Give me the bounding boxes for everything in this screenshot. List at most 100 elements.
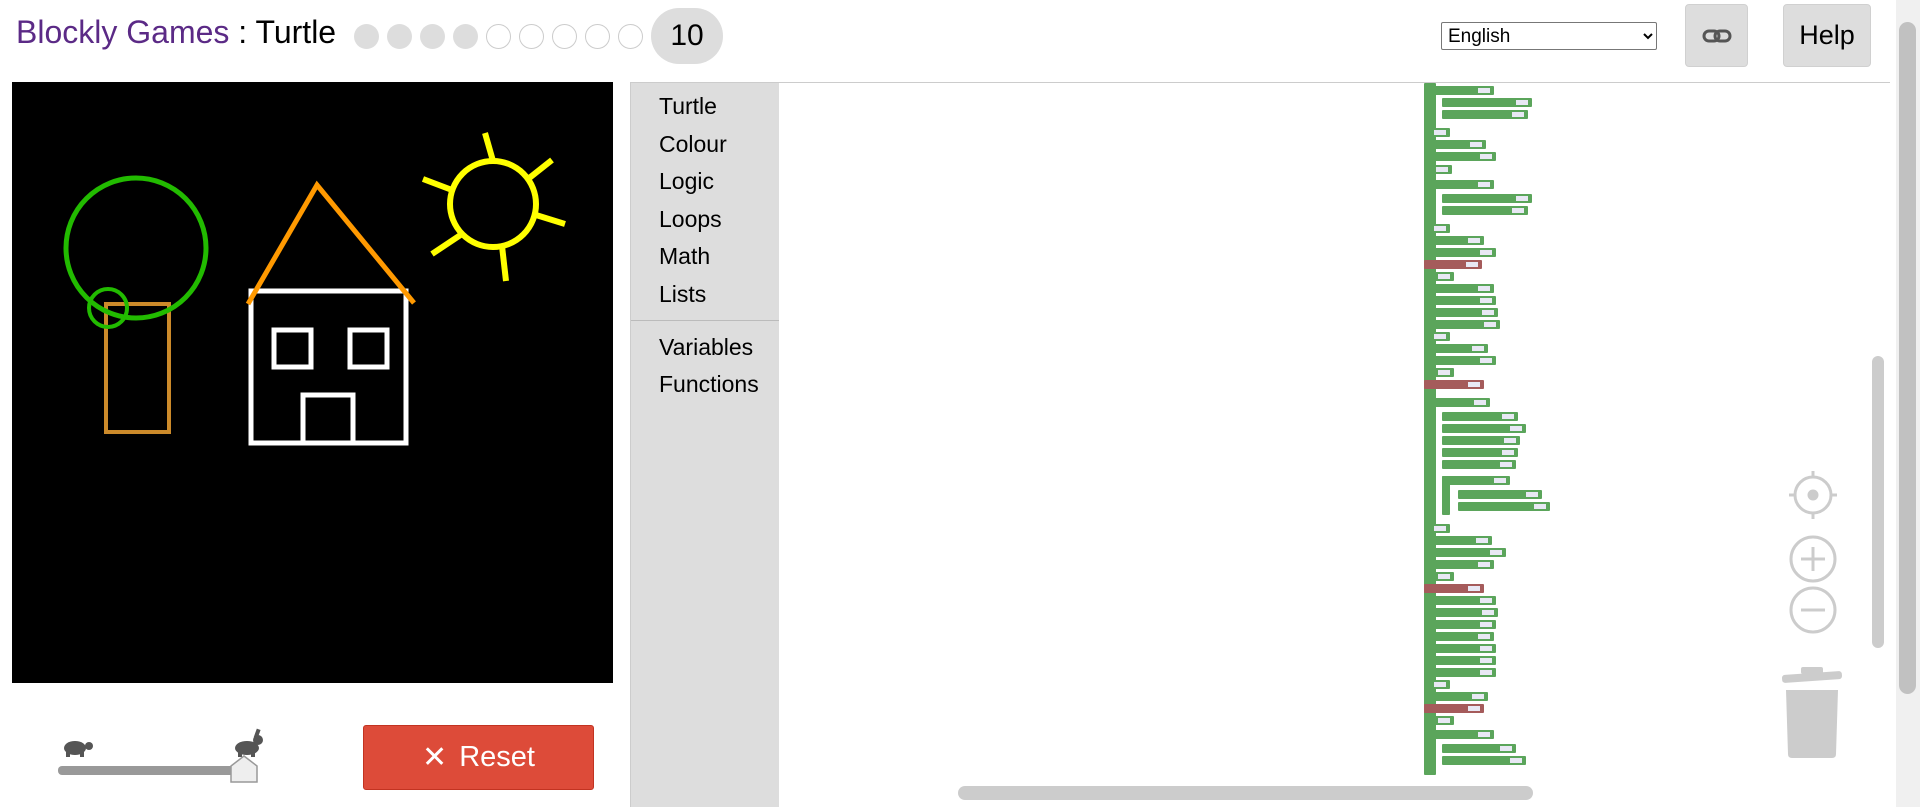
help-button[interactable]: Help (1783, 4, 1871, 67)
block-value-slot[interactable] (1476, 538, 1488, 543)
block-value-slot[interactable] (1438, 574, 1450, 579)
block-value-slot[interactable] (1480, 622, 1492, 627)
block-loop-arm[interactable] (1424, 180, 1432, 221)
block-value-slot[interactable] (1478, 562, 1490, 567)
rabbit-icon (235, 728, 263, 757)
workspace-controls (1781, 471, 1843, 758)
block-value-slot[interactable] (1438, 718, 1450, 723)
trash-icon[interactable] (1781, 667, 1843, 758)
workspace-vertical-scrollbar[interactable] (1872, 356, 1884, 648)
level-4-dot[interactable] (453, 23, 478, 49)
block-loop-arm[interactable] (1424, 398, 1432, 511)
block-value-slot[interactable] (1478, 182, 1490, 187)
block-value-slot[interactable] (1468, 382, 1480, 387)
title-separator: : (229, 14, 256, 50)
block-value-slot[interactable] (1512, 208, 1524, 213)
level-5-dot[interactable] (486, 23, 511, 49)
zoom-out-icon[interactable] (1789, 586, 1837, 634)
block-value-slot[interactable] (1468, 238, 1480, 243)
link-button[interactable] (1685, 4, 1748, 67)
block-value-slot[interactable] (1482, 310, 1494, 315)
recenter-icon[interactable] (1789, 471, 1837, 519)
block-value-slot[interactable] (1502, 450, 1514, 455)
block-value-slot[interactable] (1434, 682, 1446, 687)
block-value-slot[interactable] (1480, 670, 1492, 675)
block-value-slot[interactable] (1500, 746, 1512, 751)
turtle-icon (64, 741, 93, 757)
speed-slider-knob[interactable] (230, 755, 258, 783)
block-value-slot[interactable] (1502, 414, 1514, 419)
block-value-slot[interactable] (1438, 370, 1450, 375)
block-value-slot[interactable] (1478, 286, 1490, 291)
zoom-in-icon[interactable] (1789, 535, 1837, 583)
block-value-slot[interactable] (1472, 346, 1484, 351)
block-value-slot[interactable] (1480, 598, 1492, 603)
block-value-slot[interactable] (1470, 142, 1482, 147)
block-value-slot[interactable] (1510, 426, 1522, 431)
block-value-slot[interactable] (1480, 250, 1492, 255)
block-value-slot[interactable] (1434, 130, 1446, 135)
speed-slider[interactable] (56, 726, 266, 786)
block-value-slot[interactable] (1468, 706, 1480, 711)
house-window-right (347, 327, 390, 370)
block-value-slot[interactable] (1438, 274, 1450, 279)
block-value-slot[interactable] (1434, 226, 1446, 231)
workspace-horizontal-scrollbar[interactable] (958, 786, 1533, 800)
block-value-slot[interactable] (1436, 167, 1448, 172)
block-value-slot[interactable] (1526, 492, 1538, 497)
level-7-dot[interactable] (552, 23, 577, 49)
block-value-slot[interactable] (1472, 694, 1484, 699)
speed-slider-track[interactable] (58, 766, 248, 775)
block-value-slot[interactable] (1478, 732, 1490, 737)
block-value-slot[interactable] (1474, 400, 1486, 405)
block-value-slot[interactable] (1512, 112, 1524, 117)
block-value-slot[interactable] (1534, 504, 1546, 509)
level-6-dot[interactable] (519, 23, 544, 49)
language-select[interactable]: English (1441, 22, 1657, 50)
page-scrollbar-thumb[interactable] (1899, 22, 1916, 694)
block-value-slot[interactable] (1478, 88, 1490, 93)
block-value-slot[interactable] (1516, 100, 1528, 105)
block-value-slot[interactable] (1504, 438, 1516, 443)
reset-button[interactable]: ✕ Reset (363, 725, 594, 790)
block-value-slot[interactable] (1494, 478, 1506, 483)
block-value-slot[interactable] (1510, 758, 1522, 763)
block-value-slot[interactable] (1434, 334, 1446, 339)
block-value-slot[interactable] (1480, 358, 1492, 363)
block-value-slot[interactable] (1516, 196, 1528, 201)
tree-canopy (63, 175, 209, 321)
block-stack[interactable] (1424, 83, 1550, 775)
level-8-dot[interactable] (585, 23, 610, 49)
level-selector: 10 (354, 8, 723, 64)
page-title: Blockly Games : Turtle (16, 14, 336, 51)
block-value-slot[interactable] (1480, 646, 1492, 651)
block-value-slot[interactable] (1478, 634, 1490, 639)
block-value-slot[interactable] (1482, 610, 1494, 615)
block-value-slot[interactable] (1480, 154, 1492, 159)
app-name-link[interactable]: Blockly Games (16, 14, 229, 50)
block-value-slot[interactable] (1480, 658, 1492, 663)
reset-label: Reset (459, 741, 535, 773)
level-9-dot[interactable] (618, 23, 643, 49)
block-value-slot[interactable] (1468, 586, 1480, 591)
blockly-workspace[interactable]: Turtle Colour Logic Loops Math Lists Var… (630, 82, 1890, 807)
block-value-slot[interactable] (1484, 322, 1496, 327)
block-program[interactable] (631, 83, 1890, 807)
block-value-slot[interactable] (1480, 298, 1492, 303)
block-value-slot[interactable] (1434, 526, 1446, 531)
block-value-slot[interactable] (1490, 550, 1502, 555)
current-level-badge[interactable]: 10 (651, 8, 723, 64)
tree-trunk (104, 302, 171, 434)
block-loop-arm[interactable] (1442, 476, 1450, 515)
link-icon (1702, 29, 1731, 42)
house-window-left (271, 327, 314, 370)
level-3-dot[interactable] (420, 23, 445, 49)
block-loop-arm[interactable] (1424, 730, 1432, 773)
block-value-slot[interactable] (1500, 462, 1512, 467)
level-1-dot[interactable] (354, 23, 379, 49)
turtle-drawing (63, 132, 566, 446)
level-2-dot[interactable] (387, 23, 412, 49)
block-value-slot[interactable] (1466, 262, 1478, 267)
block-loop-arm[interactable] (1424, 86, 1432, 125)
close-icon: ✕ (422, 741, 448, 774)
